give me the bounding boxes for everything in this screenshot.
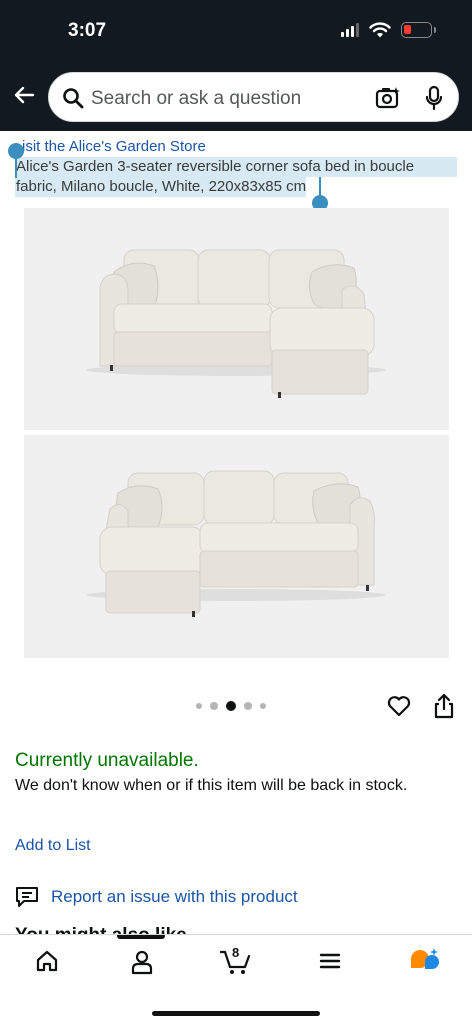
share-icon[interactable] bbox=[432, 692, 456, 720]
wifi-icon bbox=[369, 22, 391, 38]
menu-icon[interactable] bbox=[318, 949, 342, 973]
back-arrow-icon[interactable] bbox=[12, 83, 36, 107]
carousel-dot[interactable] bbox=[210, 702, 218, 710]
heart-icon[interactable] bbox=[386, 693, 412, 719]
product-title-line-2: fabric, Milano boucle, White, 220x83x85 … bbox=[15, 177, 307, 197]
cart-count-badge: 8 bbox=[232, 945, 240, 960]
battery-icon bbox=[401, 22, 436, 38]
product-title: Alice's Garden 3-seater reversible corne… bbox=[15, 157, 457, 197]
account-icon[interactable] bbox=[130, 949, 154, 975]
camera-search-icon[interactable] bbox=[375, 85, 401, 111]
search-placeholder: Search or ask a question bbox=[91, 88, 302, 109]
carousel-dot[interactable] bbox=[260, 703, 266, 709]
search-icon bbox=[63, 88, 84, 109]
selection-start-handle[interactable] bbox=[8, 143, 24, 159]
carousel-dot[interactable] bbox=[196, 703, 202, 709]
cellular-signal-icon bbox=[341, 23, 359, 37]
carousel-dot-active[interactable] bbox=[226, 701, 236, 711]
add-to-list-link[interactable]: Add to List bbox=[15, 837, 91, 855]
product-image-1[interactable] bbox=[24, 208, 449, 430]
carousel-dot[interactable] bbox=[244, 702, 252, 710]
search-bar[interactable]: Search or ask a question bbox=[48, 72, 459, 122]
status-icons bbox=[341, 22, 436, 38]
report-flag-icon bbox=[16, 887, 38, 907]
image-carousel-indicator[interactable] bbox=[196, 701, 266, 711]
product-image-2[interactable] bbox=[24, 435, 449, 658]
recommendations-heading: You might also like bbox=[15, 922, 215, 934]
selection-end-caret bbox=[319, 177, 321, 197]
home-icon[interactable] bbox=[35, 949, 59, 973]
product-title-line-1: Alice's Garden 3-seater reversible corne… bbox=[15, 157, 457, 177]
active-tab-indicator bbox=[117, 935, 165, 939]
visit-store-link[interactable]: isit the Alice's Garden Store bbox=[22, 138, 206, 155]
status-time: 3:07 bbox=[68, 20, 107, 41]
assistant-icon[interactable] bbox=[408, 947, 440, 975]
sofa-image-right-chaise bbox=[86, 249, 386, 398]
microphone-icon[interactable] bbox=[424, 85, 444, 111]
recommendations-heading-text: You might also like bbox=[15, 925, 215, 934]
home-indicator bbox=[152, 1011, 320, 1016]
app-header: 3:07 Search or ask a question bbox=[0, 0, 472, 131]
sofa-image-left-chaise bbox=[86, 470, 386, 617]
availability-note: We don't know when or if this item will … bbox=[15, 777, 408, 794]
report-issue-label: Report an issue with this product bbox=[51, 887, 298, 906]
availability-status: Currently unavailable. bbox=[15, 750, 199, 771]
report-issue-link[interactable]: Report an issue with this product bbox=[15, 886, 298, 908]
selection-start-caret bbox=[15, 158, 17, 178]
